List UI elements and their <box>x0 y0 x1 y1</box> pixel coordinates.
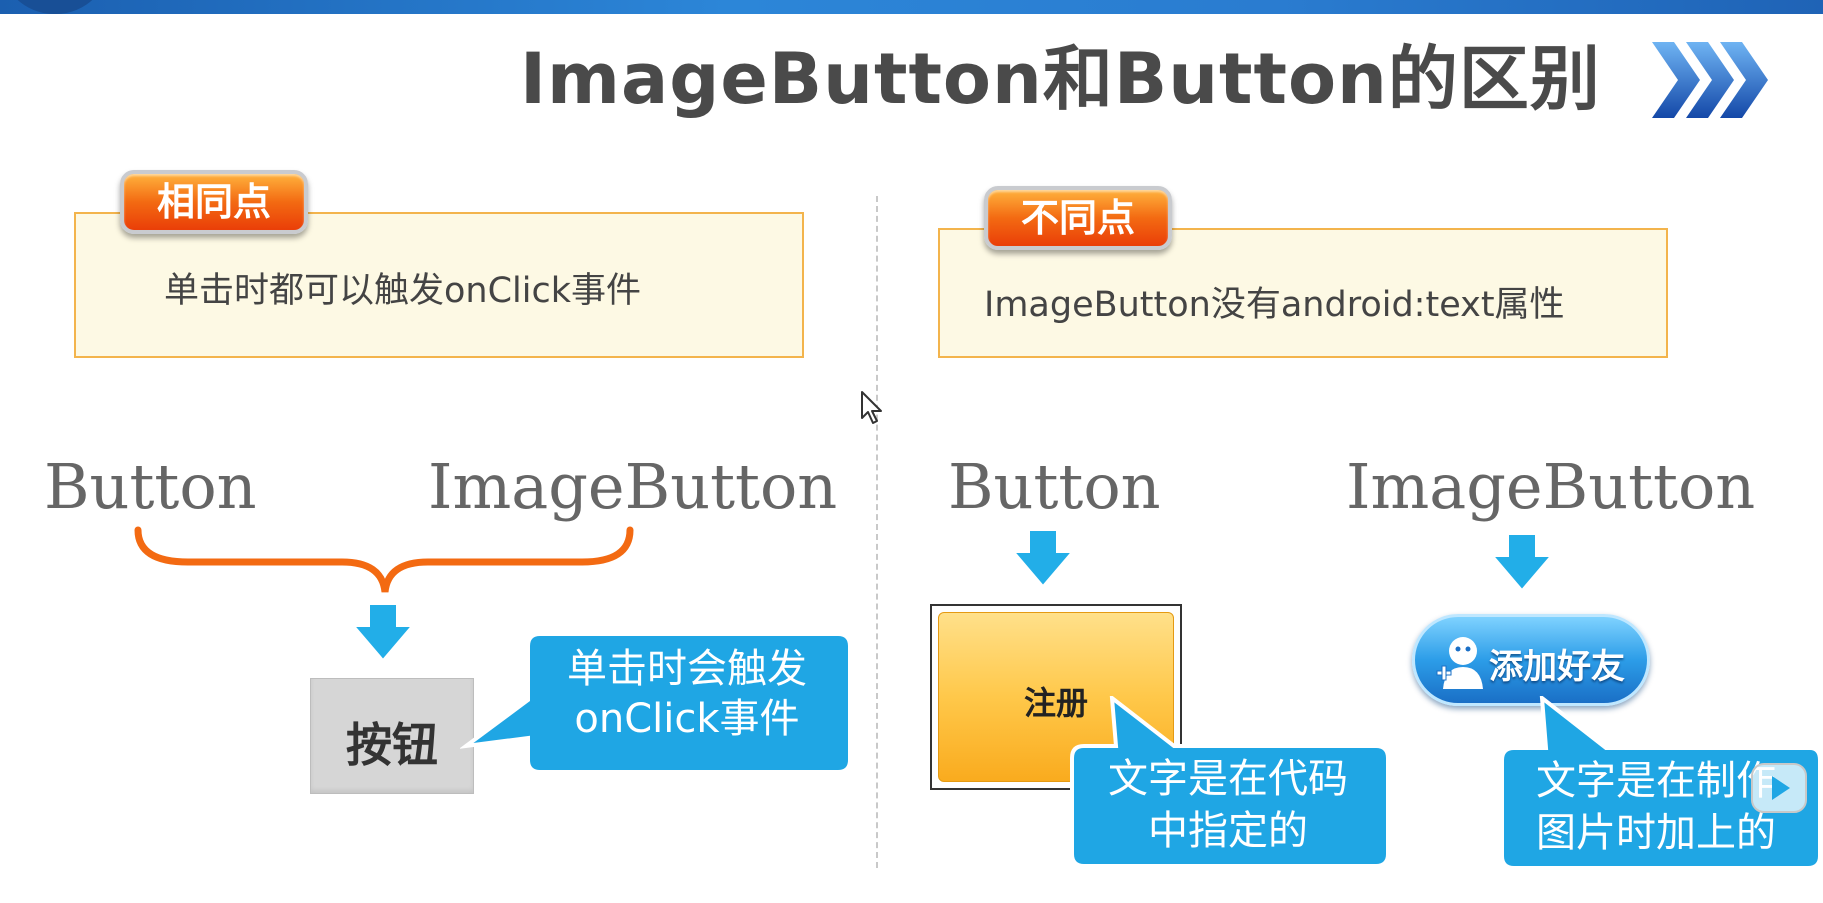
add-friend-image-button[interactable]: 添加好友 <box>1412 614 1650 706</box>
callout-code-line1: 文字是在代码 <box>1108 756 1348 802</box>
center-divider <box>876 196 878 868</box>
left-imagebutton-label: ImageButton <box>428 450 838 523</box>
left-button-label: Button <box>44 450 257 523</box>
chevron-right-triple-icon <box>1652 42 1768 118</box>
top-banner <box>0 0 1823 14</box>
callout-code-line2: 中指定的 <box>1148 808 1308 854</box>
play-icon[interactable] <box>1750 762 1808 814</box>
difference-tag: 不同点 <box>984 186 1172 250</box>
arrow-down-icon <box>352 604 414 662</box>
right-button-label: Button <box>948 450 1161 523</box>
slide-title: ImageButton和Button的区别 <box>520 38 1601 120</box>
similarity-tag: 相同点 <box>120 170 308 234</box>
right-imagebutton-label: ImageButton <box>1346 450 1756 523</box>
arrow-down-icon <box>1012 530 1074 588</box>
callout-left-line1: 单击时会触发 <box>567 646 807 692</box>
callout-image-line2: 图片时加上的 <box>1536 810 1776 856</box>
similarity-text: 单击时都可以触发onClick事件 <box>164 271 641 311</box>
logo-arc <box>0 0 110 14</box>
difference-text: ImageButton没有android:text属性 <box>984 285 1565 325</box>
callout-left-line2: onClick事件 <box>574 696 800 742</box>
sample-button-label: 按钮 <box>346 718 438 772</box>
sample-button[interactable]: 按钮 <box>310 678 474 794</box>
add-friend-label: 添加好友 <box>1489 647 1625 687</box>
arrow-down-icon <box>1491 534 1553 592</box>
add-user-icon <box>1436 637 1483 689</box>
curly-brace-icon <box>134 526 634 593</box>
mouse-cursor-icon <box>861 391 882 424</box>
